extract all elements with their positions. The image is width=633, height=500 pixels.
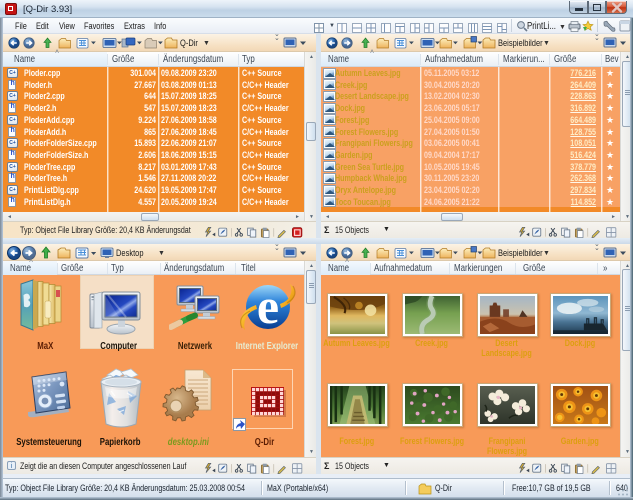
svg-text:e: e: [257, 278, 279, 334]
